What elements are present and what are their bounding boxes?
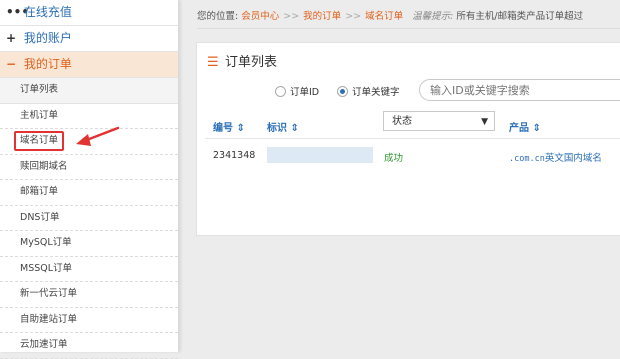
cell-status: 成功	[384, 153, 404, 164]
sidebar-item-site-builder-orders[interactable]: 自助建站订单	[0, 308, 178, 333]
breadcrumb-link-my-orders[interactable]: 我的订单	[303, 11, 341, 22]
sidebar-item-label: 订单列表	[20, 84, 59, 95]
expand-plus-icon: +	[6, 31, 17, 45]
sidebar-item-cloud-orders[interactable]: 新一代云订单	[0, 282, 178, 308]
sidebar: ••• 在线充值 + 我的账户 − 我的订单 订单列表 主机订单 域名订单 赎回…	[0, 0, 179, 359]
tip-text: 所有主机/邮箱类产品订单超过	[456, 11, 584, 22]
sidebar-group-label: 我的账户	[23, 31, 72, 45]
sidebar-item-label: 赎回期域名	[20, 160, 68, 172]
breadcrumb-prefix: 您的位置:	[197, 11, 239, 22]
header-divider	[205, 138, 620, 139]
sidebar-item-cloud-accel-orders[interactable]: 云加速订单	[0, 333, 178, 359]
cell-product[interactable]: .com.cn英文国内域名	[509, 150, 602, 164]
product-domain-suffix: .com.cn	[509, 154, 545, 164]
panel-title: ☰ 订单列表	[207, 51, 277, 70]
radio-label: 订单关键字	[352, 87, 400, 98]
breadcrumb-link-domain-orders[interactable]: 域名订单	[365, 11, 403, 22]
sidebar-item-mail-orders[interactable]: 邮箱订单	[0, 180, 178, 206]
sidebar-item-mssql-orders[interactable]: MSSQL订单	[0, 257, 178, 282]
sidebar-item-label: DNS订单	[20, 211, 60, 223]
dropdown-caret-icon: ▼	[481, 117, 488, 127]
sidebar-item-dns-orders[interactable]: DNS订单	[0, 206, 178, 231]
radio-order-id[interactable]: 订单ID	[275, 84, 319, 98]
sidebar-item-label: 自助建站订单	[20, 313, 78, 325]
search-input[interactable]	[419, 79, 620, 101]
sidebar-group-orders[interactable]: − 我的订单	[0, 52, 178, 78]
column-header-id[interactable]: 编号 ⇕	[213, 119, 245, 134]
highlight-box: 域名订单	[14, 131, 65, 151]
sidebar-item-host-orders[interactable]: 主机订单	[0, 104, 178, 129]
sidebar-item-label: MySQL订单	[20, 237, 72, 248]
sidebar-item-redemption-domains[interactable]: 赎回期域名	[0, 155, 178, 180]
breadcrumb-link-member-center[interactable]: 会员中心	[241, 11, 279, 22]
more-dots-icon: •••	[6, 5, 30, 19]
sidebar-item-label: 主机订单	[20, 109, 59, 121]
sidebar-group-account[interactable]: + 我的账户	[0, 26, 178, 52]
list-icon: ☰	[207, 55, 219, 70]
breadcrumb: 您的位置: 会员中心 >> 我的订单 >> 域名订单 温馨提示: 所有主机/邮箱类产品订…	[197, 6, 620, 29]
sidebar-item-label: 新一代云订单	[20, 288, 78, 299]
sidebar-item-order-list[interactable]: 订单列表	[0, 78, 178, 104]
tip-label: 温馨提示:	[412, 11, 454, 22]
radio-label: 订单ID	[290, 87, 320, 98]
sidebar-item-domain-orders[interactable]: 域名订单	[0, 129, 178, 155]
status-filter-select[interactable]: 状态 ▼	[383, 111, 495, 131]
sidebar-item-label: MSSQL订单	[20, 262, 73, 274]
sidebar-item-label: 域名订单	[20, 135, 59, 146]
sidebar-item-mysql-orders[interactable]: MySQL订单	[0, 231, 178, 257]
sidebar-item-label: 邮箱订单	[20, 186, 59, 197]
panel-title-text: 订单列表	[225, 55, 278, 70]
sidebar-item-label: 云加速订单	[20, 339, 68, 350]
status-select-value: 状态	[392, 116, 412, 127]
sidebar-group-label: 我的订单	[23, 57, 72, 71]
cell-order-id: 2341348	[213, 150, 256, 161]
radio-circle-icon	[275, 86, 286, 97]
sidebar-group-recharge[interactable]: ••• 在线充值	[0, 0, 178, 26]
column-header-tag[interactable]: 标识 ⇕	[267, 119, 299, 134]
order-list-panel: ☰ 订单列表 订单ID 订单关键字 编号 ⇕ 标识 ⇕ 状态 ▼ 产品 ⇕ 234…	[196, 42, 620, 236]
cell-tag-redacted	[267, 147, 373, 163]
radio-circle-icon	[337, 86, 348, 97]
sidebar-group-label: 在线充值	[23, 5, 72, 19]
radio-order-keyword[interactable]: 订单关键字	[337, 84, 400, 98]
breadcrumb-separator: >>	[283, 11, 300, 22]
column-header-product[interactable]: 产品 ⇕	[509, 119, 541, 134]
breadcrumb-separator: >>	[345, 11, 362, 22]
product-name: 英文国内域名	[544, 153, 602, 164]
collapse-minus-icon: −	[6, 57, 17, 71]
